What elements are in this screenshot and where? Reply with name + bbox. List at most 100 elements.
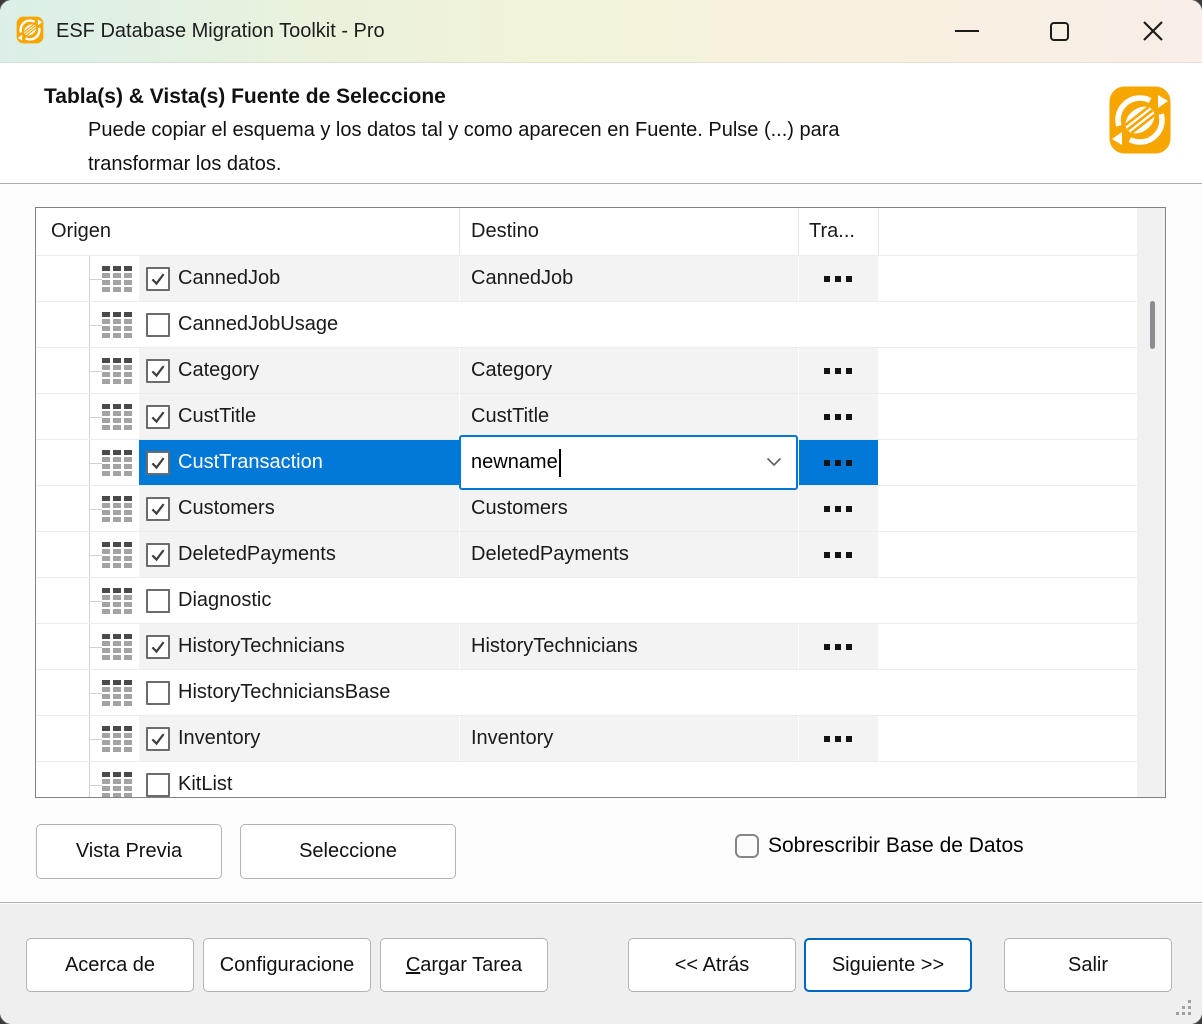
row-highlight: [139, 762, 878, 797]
tree-connector: [89, 693, 102, 694]
transform-button[interactable]: [798, 348, 878, 393]
check-icon: [149, 362, 167, 380]
origen-label: Customers: [178, 486, 275, 531]
transform-button[interactable]: [798, 716, 878, 761]
cell-divider: [459, 394, 460, 439]
wizard-header: Tabla(s) & Vista(s) Fuente de Seleccione…: [0, 63, 1202, 183]
table-row[interactable]: Inventory Inventory: [36, 716, 1165, 762]
overwrite-checkbox[interactable]: [735, 834, 759, 858]
origen-label: CustTransaction: [178, 440, 323, 485]
tree-connector: [89, 555, 102, 556]
back-button[interactable]: << Atrás: [628, 938, 796, 992]
check-icon: [149, 500, 167, 518]
about-button[interactable]: Acerca de: [26, 938, 194, 992]
cell-divider: [798, 670, 799, 715]
tree-connector: [89, 785, 102, 786]
table-row[interactable]: Diagnostic: [36, 578, 1165, 624]
row-checkbox[interactable]: [146, 543, 170, 567]
resize-grip[interactable]: [1176, 1000, 1192, 1016]
table-row[interactable]: CustTitle CustTitle: [36, 394, 1165, 440]
destino-editor[interactable]: newname: [459, 435, 798, 490]
row-checkbox[interactable]: [146, 773, 170, 797]
check-icon: [149, 638, 167, 656]
page-description-line2: transformar los datos.: [88, 153, 281, 176]
minimize-button[interactable]: [949, 13, 985, 49]
cell-divider: [798, 578, 799, 623]
tree-connector: [89, 509, 102, 510]
app-icon: [16, 16, 44, 44]
row-checkbox[interactable]: [146, 451, 170, 475]
vertical-scrollbar[interactable]: [1137, 208, 1165, 797]
scrollbar-thumb[interactable]: [1150, 301, 1155, 349]
maximize-button[interactable]: [1041, 13, 1077, 49]
table-icon: [102, 312, 132, 338]
row-checkbox[interactable]: [146, 405, 170, 429]
destino-label: Category: [471, 348, 552, 393]
transform-button[interactable]: [798, 256, 878, 301]
destino-editor-value: newname: [471, 451, 558, 474]
check-icon: [149, 730, 167, 748]
table-icon: [102, 404, 132, 430]
cell-divider: [878, 394, 879, 439]
row-checkbox[interactable]: [146, 267, 170, 291]
origen-label: DeletedPayments: [178, 532, 336, 577]
table-icon: [102, 358, 132, 384]
table-row[interactable]: KitList: [36, 762, 1165, 797]
table-icon: [102, 266, 132, 292]
exit-button[interactable]: Salir: [1004, 938, 1172, 992]
transform-button[interactable]: [798, 394, 878, 439]
next-button[interactable]: Siguiente >>: [804, 938, 972, 992]
table-row[interactable]: Customers Customers: [36, 486, 1165, 532]
table-row[interactable]: HistoryTechniciansBase: [36, 670, 1165, 716]
table-icon: [102, 542, 132, 568]
grid-header: Origen Destino Tra...: [36, 208, 1165, 256]
transform-button[interactable]: [798, 624, 878, 669]
tree-connector: [89, 371, 102, 372]
transform-button[interactable]: [798, 440, 878, 485]
row-checkbox[interactable]: [146, 727, 170, 751]
page-title: Tabla(s) & Vista(s) Fuente de Seleccione: [44, 85, 446, 109]
table-row[interactable]: Category Category: [36, 348, 1165, 394]
overwrite-label: Sobrescribir Base de Datos: [768, 824, 1024, 868]
cell-divider: [878, 624, 879, 669]
chevron-down-icon[interactable]: [766, 457, 782, 467]
column-header-transform[interactable]: Tra...: [809, 208, 855, 255]
column-divider: [798, 208, 799, 255]
row-checkbox[interactable]: [146, 635, 170, 659]
table-rows: CannedJob CannedJob CannedJobUsage: [36, 256, 1165, 797]
row-checkbox[interactable]: [146, 497, 170, 521]
table-row[interactable]: DeletedPayments DeletedPayments: [36, 532, 1165, 578]
origen-label: CannedJobUsage: [178, 302, 338, 347]
table-row[interactable]: CustTransaction newname: [36, 440, 1165, 486]
select-button[interactable]: Seleccione: [240, 824, 456, 879]
cell-divider: [459, 624, 460, 669]
preview-button[interactable]: Vista Previa: [36, 824, 222, 879]
settings-button[interactable]: Configuracione: [203, 938, 371, 992]
page-description-line1: Puede copiar el esquema y los datos tal …: [88, 119, 840, 142]
transform-button[interactable]: [798, 532, 878, 577]
cell-divider: [878, 532, 879, 577]
load-task-button[interactable]: Cargar Tarea: [380, 938, 548, 992]
cell-divider: [798, 762, 799, 797]
row-checkbox[interactable]: [146, 589, 170, 613]
table-row[interactable]: CannedJob CannedJob: [36, 256, 1165, 302]
cell-divider: [798, 302, 799, 347]
close-button[interactable]: [1135, 13, 1171, 49]
row-checkbox[interactable]: [146, 359, 170, 383]
destino-label: Customers: [471, 486, 568, 531]
text-caret: [559, 449, 561, 477]
row-checkbox[interactable]: [146, 681, 170, 705]
table-row[interactable]: HistoryTechnicians HistoryTechnicians: [36, 624, 1165, 670]
cell-divider: [878, 348, 879, 393]
table-row[interactable]: CannedJobUsage: [36, 302, 1165, 348]
tree-connector: [89, 601, 102, 602]
column-header-origen[interactable]: Origen: [51, 208, 111, 255]
check-icon: [149, 546, 167, 564]
destino-label: HistoryTechnicians: [471, 624, 638, 669]
divider: [0, 183, 1202, 184]
column-header-destino[interactable]: Destino: [471, 208, 539, 255]
origen-label: CannedJob: [178, 256, 280, 301]
transform-button[interactable]: [798, 486, 878, 531]
tree-connector: [89, 325, 102, 326]
row-checkbox[interactable]: [146, 313, 170, 337]
